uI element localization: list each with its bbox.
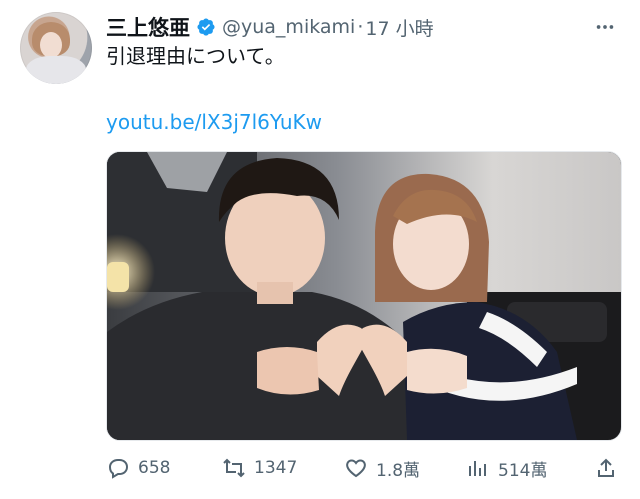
like-button[interactable]: 1.8萬 — [344, 452, 420, 484]
share-icon — [598, 458, 614, 477]
reply-button[interactable]: 658 — [106, 452, 170, 484]
tweet-actions: 658 1347 1.8萬 514萬 — [106, 452, 620, 484]
display-name[interactable]: 三上悠亜 — [106, 12, 190, 42]
author-handle[interactable]: @yua_mikami — [222, 16, 355, 38]
tweet-header: 三上悠亜 @yua_mikami · 17 小時 — [106, 14, 620, 40]
retweet-icon — [223, 458, 245, 478]
views-icon — [469, 461, 486, 476]
views-count: 514萬 — [498, 460, 548, 481]
avatar-body — [26, 56, 86, 84]
retweet-button[interactable]: 1347 — [222, 452, 297, 484]
like-count: 1.8萬 — [376, 460, 421, 481]
like-icon — [346, 459, 366, 478]
views-button[interactable]: 514萬 — [466, 452, 547, 484]
tweet-text: 引退理由について。 — [106, 44, 285, 68]
avatar-face — [40, 32, 62, 58]
reply-icon — [108, 459, 129, 479]
more-icon[interactable] — [590, 14, 620, 40]
share-button[interactable] — [594, 452, 618, 484]
media-illustration — [107, 152, 621, 440]
tweet-link[interactable]: youtu.be/lX3j7l6YuKw — [106, 108, 322, 136]
tweet-media-image[interactable] — [106, 151, 622, 441]
reply-count: 658 — [138, 458, 171, 478]
timestamp[interactable]: 17 小時 — [365, 14, 433, 41]
avatar[interactable] — [20, 12, 92, 84]
retweet-count: 1347 — [254, 458, 298, 478]
verified-badge-icon — [196, 17, 216, 37]
separator-dot: · — [357, 16, 364, 38]
